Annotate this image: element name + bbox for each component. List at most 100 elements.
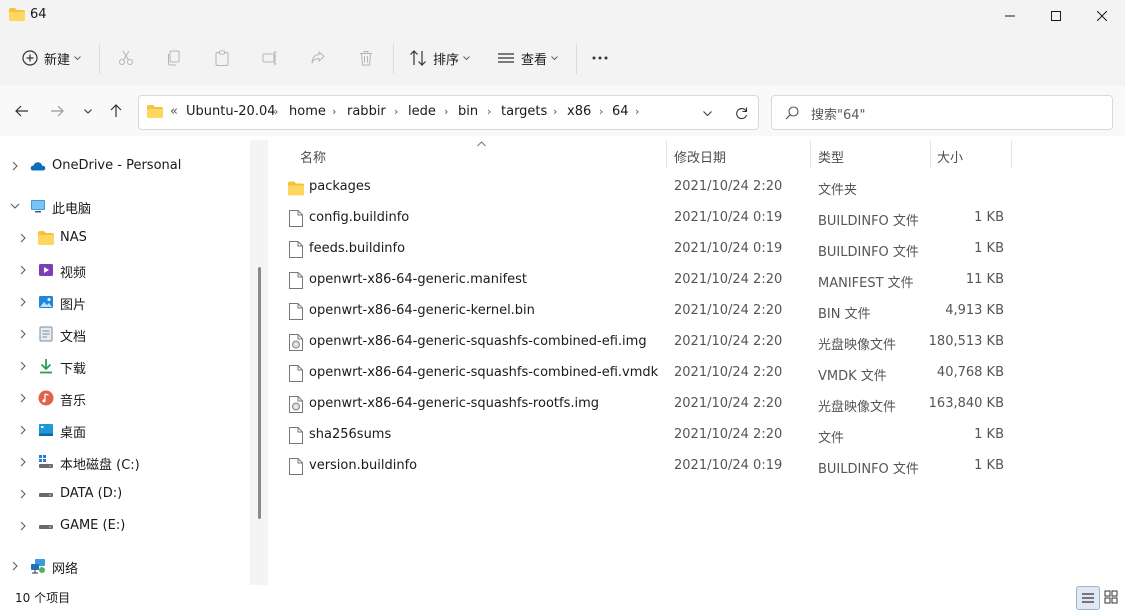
chevron-right-icon[interactable]: ›: [444, 105, 448, 118]
column-divider[interactable]: [930, 140, 931, 168]
search-box[interactable]: 搜索"64": [771, 95, 1113, 130]
chevron-right-icon[interactable]: ›: [487, 105, 491, 118]
sidebar-item-videos[interactable]: 视频: [0, 256, 250, 284]
address-overflow[interactable]: «: [170, 104, 178, 119]
chevron-right-icon[interactable]: [18, 521, 28, 531]
file-date: 2021/10/24 2:20: [674, 427, 783, 442]
column-divider[interactable]: [810, 140, 811, 168]
forward-button[interactable]: [46, 100, 68, 122]
chevron-right-icon[interactable]: [18, 457, 28, 467]
chevron-right-icon[interactable]: ›: [394, 105, 398, 118]
file-row[interactable]: openwrt-x86-64-generic-squashfs-combined…: [284, 327, 1014, 358]
chevron-right-icon[interactable]: ›: [332, 105, 336, 118]
chevron-down-icon: [551, 55, 558, 60]
column-header-size[interactable]: 大小: [937, 147, 963, 166]
tiles-view-button[interactable]: [1100, 586, 1122, 608]
chevron-right-icon[interactable]: ›: [635, 105, 639, 118]
sort-button[interactable]: 排序: [405, 40, 477, 76]
chevron-right-icon[interactable]: [18, 425, 28, 435]
copy-button[interactable]: [162, 40, 186, 76]
sidebar-item-onedrive[interactable]: OneDrive - Personal: [0, 152, 250, 180]
details-view-button[interactable]: [1076, 586, 1100, 610]
chevron-down-icon[interactable]: [10, 201, 20, 211]
sidebar-item-pictures[interactable]: 图片: [0, 288, 250, 316]
chevron-right-icon[interactable]: ›: [274, 105, 278, 118]
breadcrumb-lede[interactable]: lede: [408, 104, 436, 119]
delete-button[interactable]: [354, 40, 378, 76]
chevron-right-icon[interactable]: [18, 329, 28, 339]
sidebar-item-documents[interactable]: 文档: [0, 320, 250, 348]
chevron-right-icon[interactable]: [18, 489, 28, 499]
file-row[interactable]: openwrt-x86-64-generic-squashfs-combined…: [284, 358, 1014, 389]
paste-button[interactable]: [210, 40, 234, 76]
up-button[interactable]: [105, 100, 127, 122]
refresh-button[interactable]: [733, 105, 749, 121]
file-row[interactable]: openwrt-x86-64-generic-squashfs-rootfs.i…: [284, 389, 1014, 420]
more-icon: [592, 56, 608, 60]
back-button[interactable]: [11, 100, 33, 122]
sidebar-item-network[interactable]: 网络: [0, 552, 250, 580]
disc-image-icon: [289, 396, 303, 413]
share-button[interactable]: [306, 40, 330, 76]
sidebar-item-downloads[interactable]: 下载: [0, 352, 250, 380]
rename-button[interactable]: [258, 40, 282, 76]
chevron-right-icon[interactable]: [10, 161, 20, 171]
chevron-right-icon[interactable]: [18, 393, 28, 403]
sidebar-item-music[interactable]: 音乐: [0, 384, 250, 412]
chevron-right-icon[interactable]: [18, 265, 28, 275]
address-bar[interactable]: « Ubuntu-20.04 › home › rabbir › lede › …: [138, 95, 759, 130]
breadcrumb-home[interactable]: home: [289, 104, 326, 119]
minimize-button[interactable]: [987, 0, 1033, 32]
sidebar-item-label: DATA (D:): [60, 486, 123, 501]
column-divider[interactable]: [666, 140, 667, 168]
chevron-right-icon[interactable]: [18, 361, 28, 371]
address-history-button[interactable]: [700, 106, 714, 120]
chevron-right-icon[interactable]: ›: [553, 105, 557, 118]
chevron-right-icon[interactable]: [10, 561, 20, 571]
cut-button[interactable]: [114, 40, 138, 76]
more-button[interactable]: [588, 40, 612, 76]
sidebar-item-label: NAS: [60, 230, 87, 245]
file-icon: [289, 210, 303, 227]
sidebar-item-drive-e[interactable]: GAME (E:): [0, 512, 250, 540]
file-row[interactable]: config.buildinfo 2021/10/24 0:19 BUILDIN…: [284, 203, 1014, 234]
file-row[interactable]: openwrt-x86-64-generic-kernel.bin 2021/1…: [284, 296, 1014, 327]
breadcrumb-rabbir[interactable]: rabbir: [347, 104, 386, 119]
file-row[interactable]: openwrt-x86-64-generic.manifest 2021/10/…: [284, 265, 1014, 296]
column-header-name[interactable]: 名称: [300, 147, 326, 166]
file-size: 1 KB: [974, 210, 1004, 225]
new-button[interactable]: 新建: [18, 40, 88, 76]
breadcrumb-targets[interactable]: targets: [501, 104, 547, 119]
refresh-icon: [735, 107, 747, 119]
sidebar-scrollbar-thumb[interactable]: [258, 267, 261, 519]
sidebar-item-drive-d[interactable]: DATA (D:): [0, 480, 250, 508]
breadcrumb-ubuntu[interactable]: Ubuntu-20.04: [186, 104, 276, 119]
file-row[interactable]: packages 2021/10/24 2:20 文件夹: [284, 172, 1014, 203]
column-header-type[interactable]: 类型: [818, 147, 844, 166]
chevron-right-icon[interactable]: [18, 233, 28, 243]
sidebar-item-desktop[interactable]: 桌面: [0, 416, 250, 444]
column-header-date[interactable]: 修改日期: [674, 147, 726, 166]
recent-locations-button[interactable]: [77, 100, 99, 122]
sidebar-item-nas[interactable]: NAS: [0, 224, 250, 252]
view-button[interactable]: 查看: [493, 40, 565, 76]
sidebar-item-this-pc[interactable]: 此电脑: [0, 192, 250, 220]
search-placeholder[interactable]: 搜索"64": [811, 104, 866, 123]
column-divider[interactable]: [1011, 140, 1012, 168]
file-row[interactable]: version.buildinfo 2021/10/24 0:19 BUILDI…: [284, 451, 1014, 482]
file-size: 1 KB: [974, 458, 1004, 473]
file-row[interactable]: feeds.buildinfo 2021/10/24 0:19 BUILDINF…: [284, 234, 1014, 265]
breadcrumb-x86[interactable]: x86: [567, 104, 591, 119]
maximize-button[interactable]: [1033, 0, 1079, 32]
chevron-right-icon[interactable]: [18, 297, 28, 307]
tiles-view-icon: [1104, 590, 1118, 604]
chevron-right-icon[interactable]: ›: [599, 105, 603, 118]
file-row[interactable]: sha256sums 2021/10/24 2:20 文件 1 KB: [284, 420, 1014, 451]
breadcrumb-bin[interactable]: bin: [458, 104, 478, 119]
sidebar-item-drive-c[interactable]: 本地磁盘 (C:): [0, 448, 250, 476]
file-name: openwrt-x86-64-generic-kernel.bin: [309, 303, 535, 318]
breadcrumb-64[interactable]: 64: [612, 104, 629, 119]
close-button[interactable]: [1079, 0, 1125, 32]
disc-image-icon: [289, 334, 303, 351]
file-type: BUILDINFO 文件: [818, 245, 919, 260]
